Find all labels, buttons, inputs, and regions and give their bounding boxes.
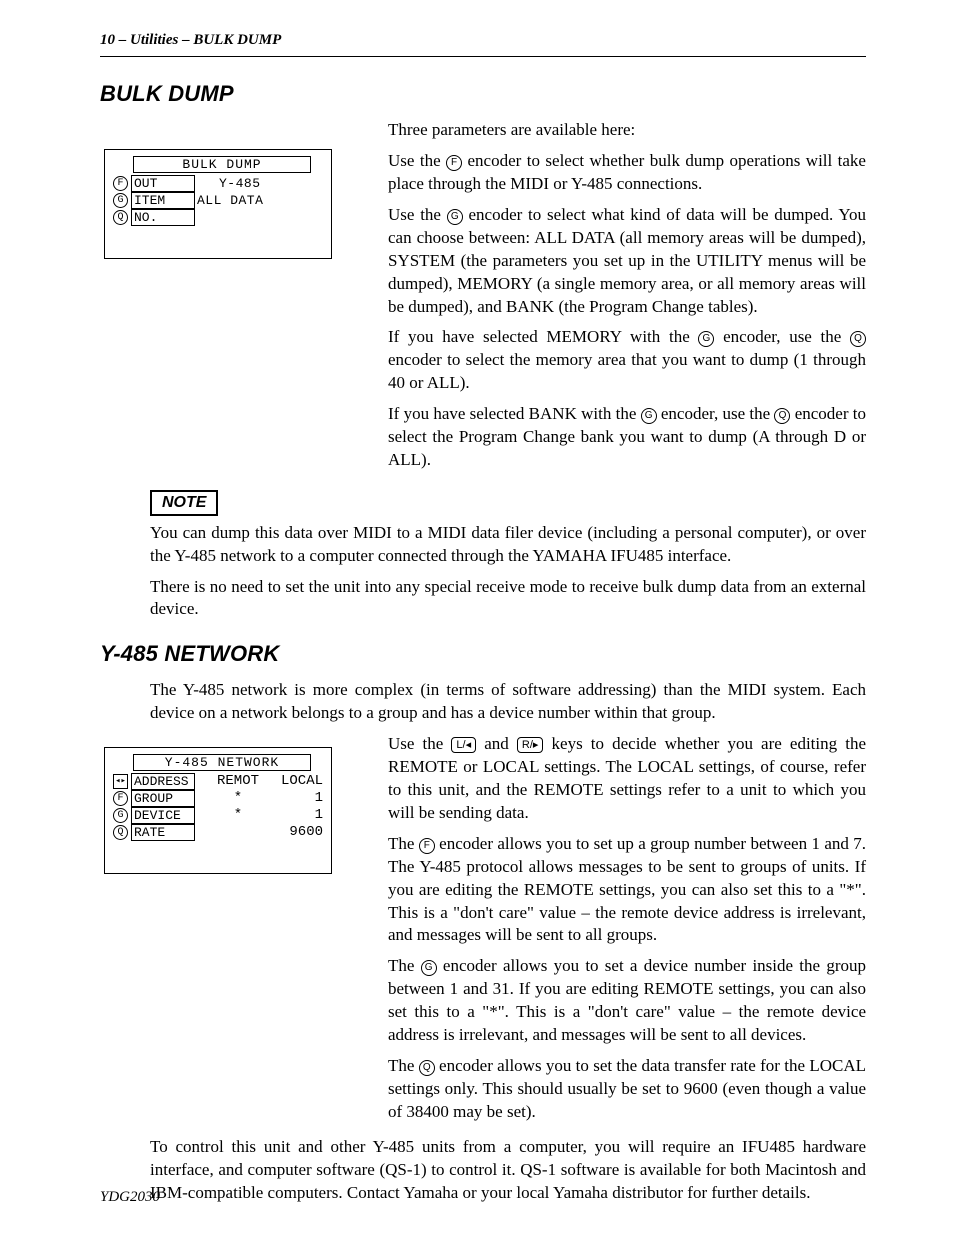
lcd-row-group: F GROUP *1	[113, 790, 323, 807]
para: You can dump this data over MIDI to a MI…	[150, 522, 866, 568]
para: The Q encoder allows you to set the data…	[388, 1055, 866, 1124]
para: The F encoder allows you to set up a gro…	[388, 833, 866, 948]
encoder-g-icon: G	[113, 193, 128, 208]
val-local: 1	[279, 791, 323, 806]
lcd-label-item: ITEM	[131, 192, 195, 209]
note-body: You can dump this data over MIDI to a MI…	[150, 522, 866, 622]
lcd-col-headers: REMOT LOCAL	[197, 774, 323, 789]
lcd-value-item: ALL DATA	[197, 193, 263, 208]
section-title-bulk-dump: BULK DUMP	[100, 79, 866, 109]
footer-model: YDG2030	[100, 1187, 160, 1207]
running-header: 10 – Utilities – BULK DUMP	[100, 30, 866, 50]
lcd-title: Y-485 NETWORK	[133, 754, 311, 771]
lcd-row-rate: Q RATE 9600	[113, 824, 323, 841]
para: Use the G encoder to select what kind of…	[388, 204, 866, 319]
bulk-dump-left: BULK DUMP F OUT Y-485 G ITEM ALL DATA Q …	[100, 119, 388, 480]
y485-intro: The Y-485 network is more complex (in te…	[150, 679, 866, 725]
col-local: LOCAL	[279, 774, 323, 789]
lcd-row-header: ◂▸ ADDRESS REMOT LOCAL	[113, 773, 323, 790]
left-right-icon: ◂▸	[113, 774, 128, 789]
encoder-f-icon: F	[446, 155, 462, 171]
key-right: R/▸	[517, 737, 544, 753]
encoder-q-icon: Q	[113, 825, 128, 840]
para: Use the F encoder to select whether bulk…	[388, 150, 866, 196]
lcd-label-address: ADDRESS	[131, 773, 195, 790]
encoder-f-icon: F	[113, 176, 128, 191]
val-remote: *	[197, 808, 279, 823]
encoder-q-icon: Q	[774, 408, 790, 424]
lcd-row-no: Q NO.	[113, 209, 323, 226]
lcd-label-no: NO.	[131, 209, 195, 226]
encoder-q-icon: Q	[113, 210, 128, 225]
val-local: 1	[279, 808, 323, 823]
encoder-q-icon: Q	[419, 1060, 435, 1076]
para: To control this unit and other Y-485 uni…	[150, 1136, 866, 1205]
encoder-f-icon: F	[113, 791, 128, 806]
lcd-label-rate: RATE	[131, 824, 195, 841]
section-title-y485: Y-485 NETWORK	[100, 639, 866, 669]
encoder-q-icon: Q	[850, 331, 866, 347]
encoder-g-icon: G	[447, 209, 463, 225]
lcd-row-out: F OUT Y-485	[113, 175, 323, 192]
lcd-row-item: G ITEM ALL DATA	[113, 192, 323, 209]
lcd-label-device: DEVICE	[131, 807, 195, 824]
val-remote: *	[197, 791, 279, 806]
lcd-y485: Y-485 NETWORK ◂▸ ADDRESS REMOT LOCAL F G…	[104, 747, 332, 874]
para: The G encoder allows you to set a device…	[388, 955, 866, 1047]
lcd-title: BULK DUMP	[133, 156, 311, 173]
bulk-dump-row: BULK DUMP F OUT Y-485 G ITEM ALL DATA Q …	[100, 119, 866, 480]
key-left: L/◂	[451, 737, 476, 753]
encoder-g-icon: G	[698, 331, 714, 347]
encoder-f-icon: F	[419, 838, 435, 854]
lcd-label-group: GROUP	[131, 790, 195, 807]
para: If you have selected MEMORY with the G e…	[388, 326, 866, 395]
para: There is no need to set the unit into an…	[150, 576, 866, 622]
header-rule	[100, 56, 866, 57]
encoder-g-icon: G	[641, 408, 657, 424]
col-remote: REMOT	[197, 774, 279, 789]
note-box: NOTE	[150, 490, 218, 516]
lcd-bulk-dump: BULK DUMP F OUT Y-485 G ITEM ALL DATA Q …	[104, 149, 332, 259]
lcd-label-out: OUT	[131, 175, 195, 192]
para: If you have selected BANK with the G enc…	[388, 403, 866, 472]
para: The Y-485 network is more complex (in te…	[150, 679, 866, 725]
y485-text: Use the L/◂ and R/▸ keys to decide wheth…	[388, 733, 866, 1132]
para: Three parameters are available here:	[388, 119, 866, 142]
bulk-dump-text: Three parameters are available here: Use…	[388, 119, 866, 480]
val-remote	[197, 825, 279, 840]
encoder-g-icon: G	[113, 808, 128, 823]
page: 10 – Utilities – BULK DUMP BULK DUMP BUL…	[0, 0, 954, 1235]
y485-left: Y-485 NETWORK ◂▸ ADDRESS REMOT LOCAL F G…	[100, 733, 388, 1132]
y485-row: Y-485 NETWORK ◂▸ ADDRESS REMOT LOCAL F G…	[100, 733, 866, 1132]
lcd-row-device: G DEVICE *1	[113, 807, 323, 824]
para: Use the L/◂ and R/▸ keys to decide wheth…	[388, 733, 866, 825]
encoder-g-icon: G	[421, 960, 437, 976]
val-local: 9600	[279, 825, 323, 840]
lcd-value-out: Y-485	[219, 176, 261, 191]
y485-outro: To control this unit and other Y-485 uni…	[150, 1136, 866, 1205]
